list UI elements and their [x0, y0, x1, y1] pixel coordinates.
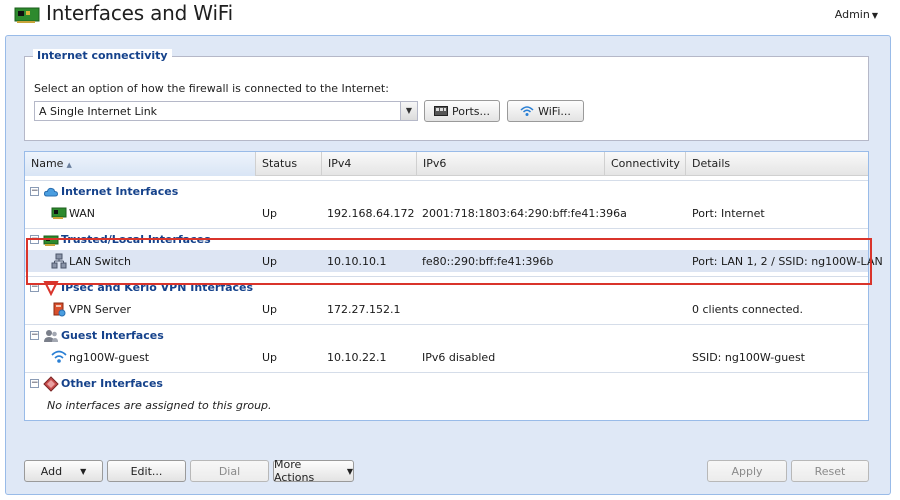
- table-row[interactable]: VPN Server Up 172.27.152.1 0 clients con…: [25, 298, 868, 320]
- diamond-icon: [43, 376, 59, 392]
- more-actions-button-label: More Actions: [274, 458, 315, 484]
- chevron-down-icon[interactable]: ▼: [400, 102, 417, 120]
- table-row[interactable]: ng100W-guest Up 10.10.22.1 IPv6 disabled…: [25, 346, 868, 368]
- apply-button[interactable]: Apply: [707, 460, 787, 482]
- column-header-ipv6[interactable]: IPv6: [417, 152, 605, 176]
- cell-ipv6: fe80::290:bff:fe41:396b: [422, 255, 554, 268]
- empty-group-row: No interfaces are assigned to this group…: [25, 394, 868, 416]
- edit-button-label: Edit...: [130, 464, 163, 478]
- column-header-label: IPv4: [328, 157, 352, 170]
- users-icon: [44, 330, 58, 342]
- ports-icon: [433, 106, 448, 116]
- group-other-interfaces[interactable]: − Other Interfaces: [25, 372, 868, 394]
- group-label: Trusted/Local Interfaces: [61, 233, 211, 246]
- reset-button[interactable]: Reset: [791, 460, 869, 482]
- ports-button[interactable]: Ports...: [424, 100, 500, 122]
- page-title: Interfaces and WiFi: [46, 1, 234, 25]
- group-label: Other Interfaces: [61, 377, 163, 390]
- dial-button[interactable]: Dial: [190, 460, 269, 482]
- group-guest-interfaces[interactable]: − Guest Interfaces: [25, 324, 868, 346]
- add-button-label: Add: [40, 464, 63, 478]
- internet-connectivity-fieldset: Internet connectivity Select an option o…: [24, 49, 869, 141]
- group-vpn-interfaces[interactable]: − IPsec and Kerio VPN Interfaces: [25, 276, 868, 298]
- chevron-down-icon: ▼: [80, 466, 87, 476]
- cell-details: SSID: ng100W-guest: [692, 351, 805, 364]
- column-header-name[interactable]: Name ▲: [25, 152, 256, 176]
- add-button[interactable]: Add ▼: [24, 460, 103, 482]
- cell-status: Up: [262, 255, 278, 268]
- group-label: Guest Interfaces: [61, 329, 164, 342]
- column-header-label: Details: [692, 157, 731, 170]
- sort-ascending-icon: ▲: [66, 161, 72, 169]
- table-row[interactable]: LAN Switch Up 10.10.10.1 fe80::290:bff:f…: [25, 250, 883, 272]
- column-header-label: IPv6: [423, 157, 447, 170]
- connectivity-mode-value: A Single Internet Link: [39, 105, 158, 118]
- group-label: IPsec and Kerio VPN Interfaces: [61, 281, 254, 294]
- network-card-icon: [43, 235, 59, 246]
- switch-icon: [51, 253, 67, 269]
- fieldset-legend: Internet connectivity: [33, 49, 172, 62]
- cell-ipv4: 192.168.64.172: [327, 207, 415, 220]
- shield-icon: [43, 281, 59, 296]
- collapse-icon[interactable]: −: [30, 331, 39, 340]
- vpn-server-icon: [53, 302, 66, 317]
- network-card-icon: [14, 7, 40, 23]
- column-header-label: Connectivity: [611, 157, 680, 170]
- reset-button-label: Reset: [814, 464, 846, 478]
- collapse-icon[interactable]: −: [30, 379, 39, 388]
- grid-header: Name ▲ Status IPv4 IPv6 Connectivity Deta…: [25, 152, 868, 176]
- column-header-label: Status: [262, 157, 298, 170]
- group-trusted-local-interfaces[interactable]: − Trusted/Local Interfaces: [25, 228, 868, 250]
- more-actions-button[interactable]: More Actions ▼: [273, 458, 354, 484]
- chevron-down-icon: ▼: [871, 11, 878, 20]
- cell-name: VPN Server: [69, 303, 131, 316]
- cell-ipv4: 172.27.152.1: [327, 303, 401, 316]
- ports-button-label: Ports...: [451, 104, 491, 118]
- cell-name: WAN: [69, 207, 96, 220]
- network-card-icon: [51, 207, 67, 219]
- connectivity-mode-select[interactable]: A Single Internet Link ▼: [34, 101, 418, 121]
- column-header-status[interactable]: Status: [256, 152, 322, 176]
- cell-status: Up: [262, 351, 278, 364]
- collapse-icon[interactable]: −: [30, 283, 39, 292]
- cell-name: LAN Switch: [69, 255, 131, 268]
- wifi-icon: [520, 106, 534, 116]
- empty-group-note: No interfaces are assigned to this group…: [47, 399, 272, 412]
- page-header: Interfaces and WiFi Admin ▼: [0, 0, 900, 34]
- wifi-button-label: WiFi...: [538, 104, 571, 118]
- group-label: Internet Interfaces: [61, 185, 179, 198]
- cell-ipv4: 10.10.22.1: [327, 351, 387, 364]
- dial-button-label: Dial: [218, 464, 241, 478]
- collapse-icon[interactable]: −: [30, 187, 39, 196]
- interfaces-grid: Name ▲ Status IPv4 IPv6 Connectivity Deta…: [24, 151, 883, 421]
- cell-details: Port: LAN 1, 2 / SSID: ng100W-LAN: [692, 255, 883, 268]
- column-header-connectivity[interactable]: Connectivity: [605, 152, 686, 176]
- cell-details: Port: Internet: [692, 207, 765, 220]
- connectivity-prompt: Select an option of how the firewall is …: [34, 82, 389, 95]
- column-header-details[interactable]: Details: [686, 152, 870, 176]
- wifi-button[interactable]: WiFi...: [507, 100, 584, 122]
- user-menu-label: Admin: [834, 8, 870, 21]
- column-header-label: Name: [31, 157, 64, 170]
- cell-status: Up: [262, 303, 278, 316]
- cell-details: 0 clients connected.: [692, 303, 804, 316]
- wifi-icon: [51, 350, 67, 363]
- edit-button[interactable]: Edit...: [107, 460, 186, 482]
- cell-name: ng100W-guest: [69, 351, 150, 364]
- cloud-icon: [43, 187, 59, 197]
- table-row[interactable]: WAN Up 192.168.64.172 2001:718:1803:64:2…: [25, 202, 868, 224]
- column-header-ipv4[interactable]: IPv4: [322, 152, 417, 176]
- user-menu[interactable]: Admin ▼: [835, 8, 878, 21]
- collapse-icon[interactable]: −: [30, 235, 39, 244]
- cell-ipv4: 10.10.10.1: [327, 255, 387, 268]
- cell-status: Up: [262, 207, 278, 220]
- apply-button-label: Apply: [731, 464, 763, 478]
- cell-ipv6: IPv6 disabled: [422, 351, 496, 364]
- cell-ipv6: 2001:718:1803:64:290:bff:fe41:396a: [422, 207, 627, 220]
- group-internet-interfaces[interactable]: − Internet Interfaces: [25, 180, 868, 202]
- chevron-down-icon: ▼: [346, 466, 353, 476]
